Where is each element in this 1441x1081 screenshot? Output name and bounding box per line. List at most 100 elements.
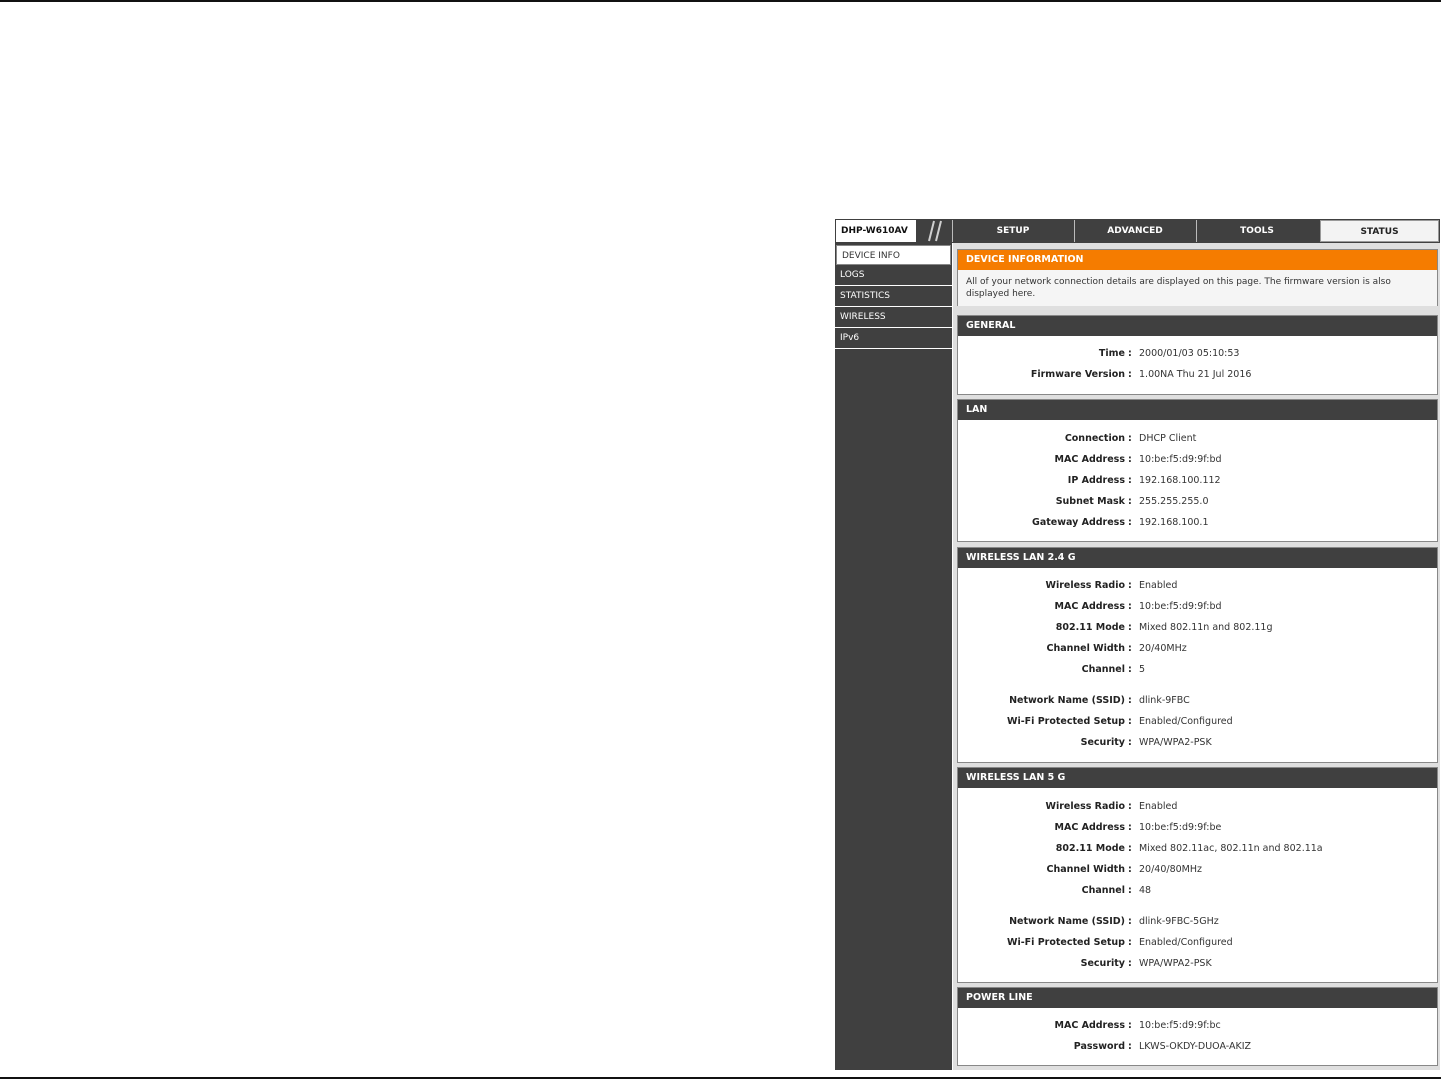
row-separator: : bbox=[1128, 643, 1132, 654]
info-row: Channel Width : 20/40/80MHz bbox=[958, 863, 1437, 877]
row-value: 192.168.100.1 bbox=[1139, 517, 1209, 528]
info-row: Security : WPA/WPA2-PSK bbox=[958, 736, 1437, 750]
general-section: GENERAL Time : 2000/01/03 05:10:53 Firmw… bbox=[957, 315, 1438, 395]
row-label: Time bbox=[1098, 348, 1125, 359]
row-separator: : bbox=[1128, 843, 1132, 854]
row-separator: : bbox=[1128, 937, 1132, 948]
row-label: Channel Width bbox=[1046, 643, 1125, 654]
device-info-description: All of your network connection details a… bbox=[958, 270, 1437, 306]
row-value: Enabled bbox=[1139, 801, 1178, 812]
info-row: Wireless Radio : Enabled bbox=[958, 579, 1437, 593]
row-value: Enabled/Configured bbox=[1139, 716, 1233, 727]
row-value: WPA/WPA2-PSK bbox=[1139, 737, 1212, 748]
row-label: Channel Width bbox=[1046, 864, 1125, 875]
row-value: DHCP Client bbox=[1139, 433, 1197, 444]
info-row: Time : 2000/01/03 05:10:53 bbox=[958, 347, 1437, 361]
device-info-section: DEVICE INFORMATION All of your network c… bbox=[957, 249, 1438, 306]
row-label: Subnet Mask bbox=[1055, 496, 1125, 507]
row-separator: : bbox=[1128, 958, 1132, 969]
section-title: GENERAL bbox=[958, 316, 1437, 336]
row-value: 10:be:f5:d9:9f:be bbox=[1139, 822, 1222, 833]
row-label: Connection bbox=[1064, 433, 1125, 444]
info-row: MAC Address : 10:be:f5:d9:9f:bd bbox=[958, 600, 1437, 614]
info-row: Wi-Fi Protected Setup : Enabled/Configur… bbox=[958, 715, 1437, 729]
row-label: Wireless Radio bbox=[1045, 801, 1126, 812]
row-label: Wireless Radio bbox=[1045, 580, 1126, 591]
top-rule bbox=[0, 0, 1441, 2]
info-row: Firmware Version : 1.00NA Thu 21 Jul 201… bbox=[958, 368, 1437, 382]
sidebar-item-ipv6[interactable]: IPv6 bbox=[835, 328, 952, 349]
section-title: POWER LINE bbox=[958, 988, 1437, 1008]
sidebar-item-wireless[interactable]: WIRELESS bbox=[835, 307, 952, 328]
row-value: 20/40/80MHz bbox=[1139, 864, 1202, 875]
row-label: Channel bbox=[1081, 885, 1125, 896]
row-value: Mixed 802.11ac, 802.11n and 802.11a bbox=[1139, 843, 1323, 854]
main-content: DEVICE INFORMATION All of your network c… bbox=[953, 243, 1440, 1070]
row-separator: : bbox=[1128, 496, 1132, 507]
row-separator: : bbox=[1128, 822, 1132, 833]
tab-status[interactable]: STATUS bbox=[1320, 220, 1439, 242]
row-value: 10:be:f5:d9:9f:bc bbox=[1139, 1020, 1221, 1031]
section-title: LAN bbox=[958, 400, 1437, 420]
tab-tools[interactable]: TOOLS bbox=[1196, 220, 1317, 242]
row-separator: : bbox=[1128, 601, 1132, 612]
row-separator: : bbox=[1128, 1041, 1132, 1052]
row-value: dlink-9FBC-5GHz bbox=[1139, 916, 1219, 927]
row-separator: : bbox=[1128, 369, 1132, 380]
row-value: dlink-9FBC bbox=[1139, 695, 1190, 706]
row-value: 5 bbox=[1139, 664, 1146, 675]
row-separator: : bbox=[1128, 864, 1132, 875]
row-label: Firmware Version bbox=[1030, 369, 1125, 380]
info-row: MAC Address : 10:be:f5:d9:9f:bd bbox=[958, 453, 1437, 467]
info-row: Channel : 48 bbox=[958, 884, 1437, 898]
row-label: MAC Address bbox=[1054, 454, 1125, 465]
row-separator: : bbox=[1128, 801, 1132, 812]
row-separator: : bbox=[1128, 695, 1132, 706]
model-name: DHP-W610AV bbox=[836, 220, 916, 242]
row-value: 20/40MHz bbox=[1139, 643, 1187, 654]
row-value: 255.255.255.0 bbox=[1139, 496, 1209, 507]
row-value: 192.168.100.112 bbox=[1139, 475, 1221, 486]
row-label: IP Address bbox=[1067, 475, 1125, 486]
sidebar: DEVICE INFO LOGS STATISTICS WIRELESS IPv… bbox=[835, 243, 952, 1070]
row-separator: : bbox=[1128, 664, 1132, 675]
info-row: 802.11 Mode : Mixed 802.11n and 802.11g bbox=[958, 621, 1437, 635]
row-label: Network Name (SSID) bbox=[1009, 916, 1125, 927]
section-title: WIRELESS LAN 5 G bbox=[958, 768, 1437, 788]
info-row: Network Name (SSID) : dlink-9FBC-5GHz bbox=[958, 915, 1437, 929]
top-nav-bar: DHP-W610AV SETUP ADVANCED TOOLS STATUS bbox=[835, 219, 1440, 243]
bottom-rule bbox=[0, 1077, 1441, 1079]
section-title: WIRELESS LAN 2.4 G bbox=[958, 548, 1437, 568]
row-label: Password bbox=[1073, 1041, 1125, 1052]
row-value: 10:be:f5:d9:9f:bd bbox=[1139, 601, 1222, 612]
sidebar-item-logs[interactable]: LOGS bbox=[835, 265, 952, 286]
info-row: Subnet Mask : 255.255.255.0 bbox=[958, 495, 1437, 509]
row-label: MAC Address bbox=[1054, 1020, 1125, 1031]
row-separator: : bbox=[1128, 433, 1132, 444]
sidebar-item-device-info[interactable]: DEVICE INFO bbox=[836, 245, 951, 265]
info-row: Network Name (SSID) : dlink-9FBC bbox=[958, 694, 1437, 708]
tab-setup[interactable]: SETUP bbox=[952, 220, 1073, 242]
info-row: Channel : 5 bbox=[958, 663, 1437, 677]
row-value: Enabled bbox=[1139, 580, 1178, 591]
row-label: Network Name (SSID) bbox=[1009, 695, 1125, 706]
row-separator: : bbox=[1128, 1020, 1132, 1031]
info-row: Channel Width : 20/40MHz bbox=[958, 642, 1437, 656]
tab-advanced[interactable]: ADVANCED bbox=[1074, 220, 1195, 242]
wireless-lan-5-section: WIRELESS LAN 5 G Wireless Radio : Enable… bbox=[957, 767, 1438, 983]
router-status-page: DHP-W610AV SETUP ADVANCED TOOLS STATUS D… bbox=[835, 219, 1440, 1070]
row-separator: : bbox=[1128, 517, 1132, 528]
slashes-logo-icon bbox=[928, 220, 942, 242]
info-row: 802.11 Mode : Mixed 802.11ac, 802.11n an… bbox=[958, 842, 1437, 856]
row-value: 2000/01/03 05:10:53 bbox=[1139, 348, 1240, 359]
info-row: MAC Address : 10:be:f5:d9:9f:bc bbox=[958, 1019, 1437, 1033]
row-separator: : bbox=[1128, 454, 1132, 465]
sidebar-item-statistics[interactable]: STATISTICS bbox=[835, 286, 952, 307]
row-label: Wi-Fi Protected Setup bbox=[1006, 937, 1125, 948]
row-value: Mixed 802.11n and 802.11g bbox=[1139, 622, 1273, 633]
row-separator: : bbox=[1128, 475, 1132, 486]
section-title: DEVICE INFORMATION bbox=[958, 250, 1437, 270]
row-separator: : bbox=[1128, 737, 1132, 748]
info-row: MAC Address : 10:be:f5:d9:9f:be bbox=[958, 821, 1437, 835]
info-row: Gateway Address : 192.168.100.1 bbox=[958, 516, 1437, 530]
